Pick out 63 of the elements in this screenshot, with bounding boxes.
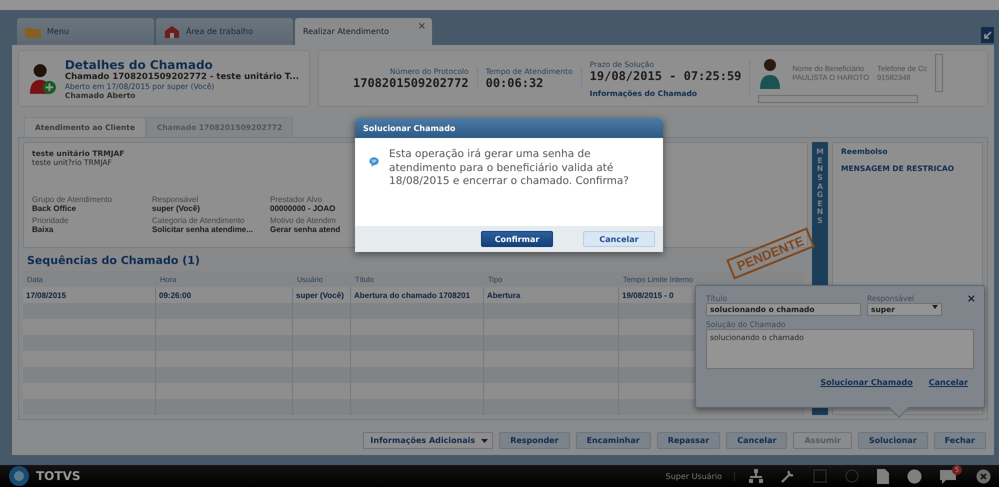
action-button[interactable]: Fechar bbox=[934, 432, 986, 449]
field-label: Prestador Alvo bbox=[270, 195, 322, 204]
table-cell bbox=[293, 351, 351, 367]
close-button[interactable]: × bbox=[966, 292, 976, 305]
field-label: Responsável bbox=[152, 195, 198, 204]
table-cell: Abertura do chamado 1708201 bbox=[351, 287, 484, 303]
caret-icon bbox=[932, 305, 938, 309]
app-tab[interactable]: Área de trabalho bbox=[156, 18, 293, 45]
caret-icon bbox=[481, 438, 488, 442]
logo-icon bbox=[8, 465, 30, 487]
vertical-scrollbar[interactable] bbox=[935, 54, 944, 92]
house-icon bbox=[164, 25, 180, 38]
field-label: Motivo de Atendim bbox=[270, 216, 336, 225]
close-icon[interactable] bbox=[976, 468, 991, 484]
dropdown-button[interactable]: Informações Adicionais bbox=[363, 432, 494, 449]
summary-value: 00:06:32 bbox=[486, 76, 544, 90]
wrench-icon[interactable] bbox=[781, 469, 795, 483]
dialog-title: Solucionar Chamado bbox=[355, 118, 663, 138]
summary-value: 1708201509202772 bbox=[353, 76, 469, 90]
confirm-button[interactable]: Confirmar bbox=[481, 231, 553, 247]
table-cell bbox=[293, 383, 351, 399]
close-tab-button[interactable]: × bbox=[418, 21, 426, 32]
field-value: super (Você) bbox=[152, 204, 200, 213]
field-value: Baixa bbox=[32, 225, 54, 234]
summary-value: 19/08/2015 - 07:25:59 bbox=[590, 68, 742, 82]
app-tab[interactable]: Realizar Atendimento × bbox=[295, 18, 432, 45]
user-name: Super Usuário bbox=[666, 472, 735, 480]
field-value: 00000000 - JOAO bbox=[270, 204, 336, 213]
folder-icon bbox=[25, 26, 41, 38]
ticket-subtitle: Chamado 1708201509202772 - teste unitário T... bbox=[64, 72, 299, 82]
restore-window-button[interactable] bbox=[981, 27, 994, 43]
table-cell bbox=[293, 367, 351, 383]
table-cell bbox=[293, 399, 351, 415]
chat-icon bbox=[940, 470, 956, 484]
table-cell bbox=[293, 319, 351, 335]
action-button[interactable]: Encaminhar bbox=[576, 432, 651, 449]
brand-name: TOTVS bbox=[36, 469, 81, 483]
action-link[interactable]: Cancelar bbox=[928, 378, 968, 387]
field-value: Back Office bbox=[32, 204, 76, 213]
field-value: Gerar senha atend bbox=[270, 225, 340, 234]
hierarchy-icon[interactable] bbox=[749, 469, 763, 483]
sequences-title: Sequências do Chamado (1) bbox=[26, 253, 201, 269]
horizontal-scrollbar[interactable] bbox=[758, 95, 918, 103]
action-button[interactable]: Solucionar bbox=[858, 432, 928, 449]
app-tab[interactable]: Menu bbox=[17, 18, 154, 45]
field-label: Prioridade bbox=[32, 216, 68, 225]
document-icon[interactable] bbox=[877, 468, 889, 484]
arrow-icon bbox=[983, 30, 992, 40]
field-label: Grupo de Atendimento bbox=[32, 195, 112, 204]
table-cell: super (Você) bbox=[293, 287, 351, 303]
table-cell: 17/08/2015 bbox=[23, 287, 156, 303]
dialog-message: Esta operação irá gerar uma senha de atendimento para o beneficiário valida até 18/08/2015 e encerrar o chamado. Confirma? bbox=[389, 148, 630, 190]
table-cell: Abertura bbox=[484, 287, 619, 303]
action-button[interactable]: Repassar bbox=[656, 432, 720, 449]
action-button[interactable]: Cancelar bbox=[726, 432, 788, 449]
table-cell bbox=[293, 303, 351, 319]
ticket-title: Detalhes do Chamado bbox=[64, 58, 214, 72]
field-value: Solicitar senha atendime... bbox=[152, 225, 253, 234]
cancel-button[interactable]: Cancelar bbox=[583, 231, 655, 247]
table-cell: 09:26:00 bbox=[156, 287, 293, 303]
field-label: Categoria de Atendimento bbox=[152, 216, 245, 225]
table-cell bbox=[293, 335, 351, 351]
action-button[interactable]: Responder bbox=[499, 432, 570, 449]
